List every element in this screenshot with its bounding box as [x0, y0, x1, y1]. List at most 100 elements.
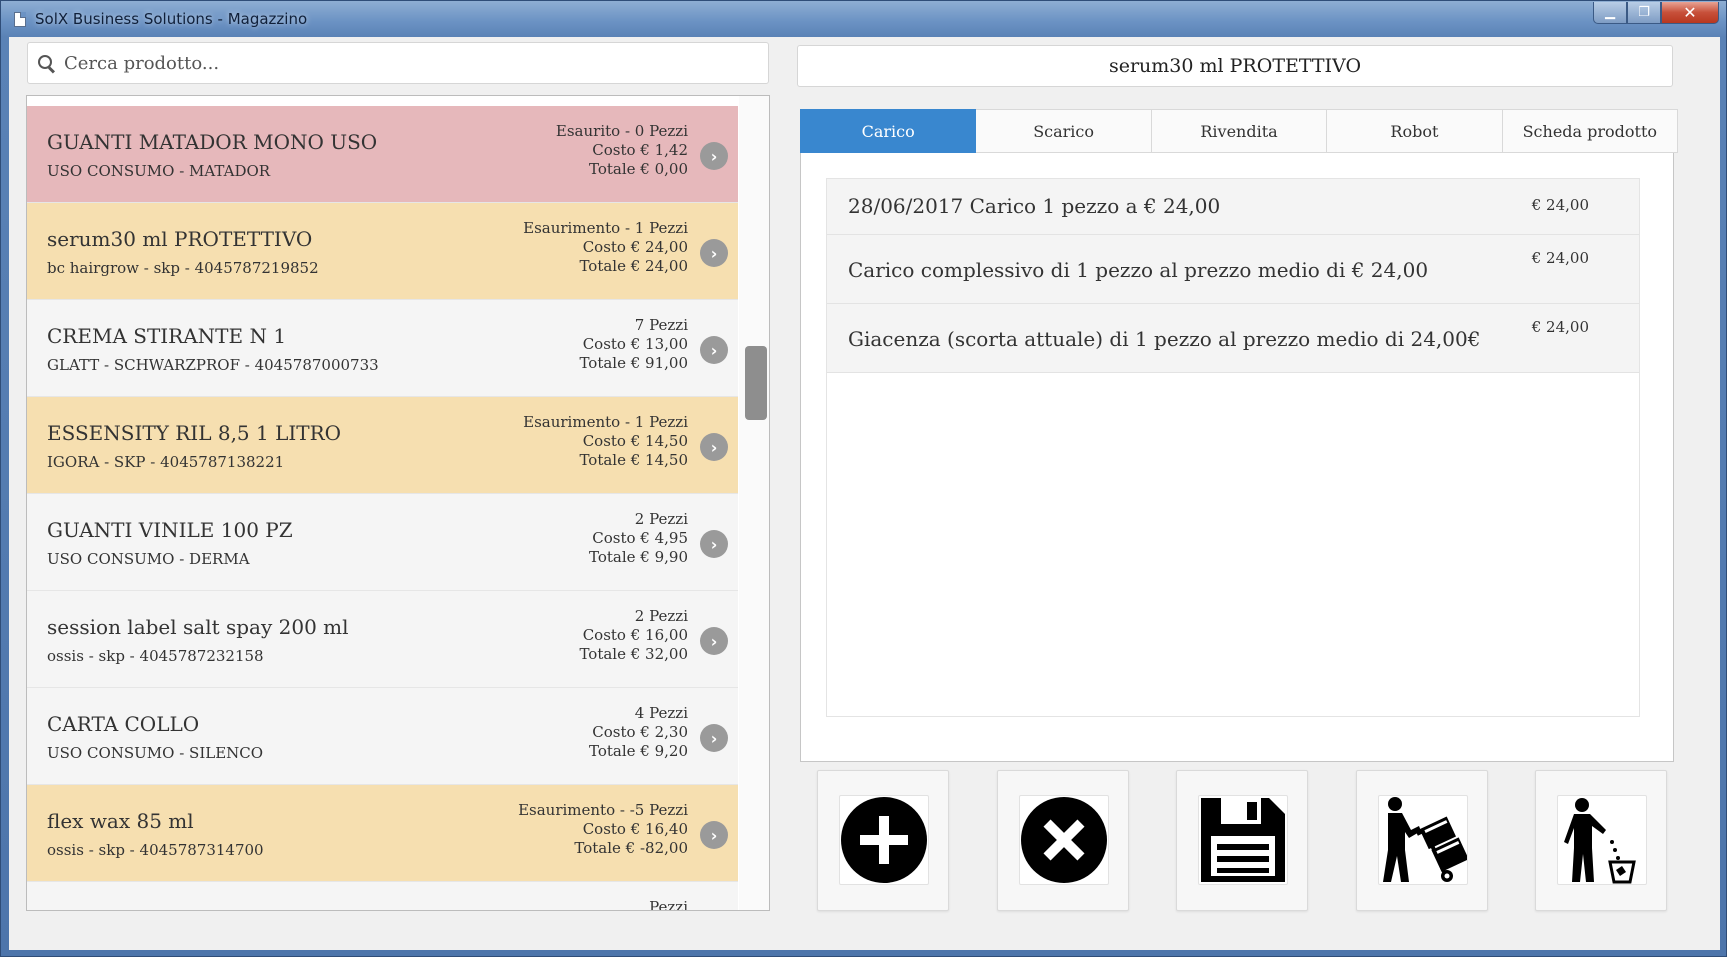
detail-row[interactable]: Carico complessivo di 1 pezzo al prezzo … [827, 235, 1639, 304]
product-subtitle: USO CONSUMO - DERMA [47, 550, 250, 568]
product-stock-info: Esaurimento - -5 Pezzi Costo € 16,40 Total… [518, 801, 688, 858]
product-cost: Costo € 2,30 [592, 723, 688, 741]
detail-text: Carico complessivo di 1 pezzo al prezzo … [848, 258, 1429, 282]
tab-carico[interactable]: Carico [800, 109, 977, 153]
product-list-item[interactable]: CARTA COLLO USO CONSUMO - SILENCO 4 Pezzi C… [27, 688, 738, 785]
product-total: Totale € 9,20 [589, 742, 688, 760]
chevron-right-icon[interactable]: › [700, 142, 728, 170]
delivery-button[interactable] [1355, 770, 1488, 911]
search-input[interactable] [64, 52, 744, 74]
detail-row[interactable]: 28/06/2017 Carico 1 pezzo a € 24,00 € 24… [827, 179, 1639, 235]
x-circle-icon [1018, 795, 1109, 885]
tab-scarico[interactable]: Scarico [976, 109, 1152, 153]
product-list-item[interactable]: GUANTI VINILE 100 PZ USO CONSUMO - DERMA 2… [27, 494, 738, 591]
product-stock-info: 2 Pezzi Costo € 4,95 Totale € 9,90 [589, 510, 688, 567]
chevron-right-icon[interactable]: › [700, 336, 728, 364]
app-window: SolX Business Solutions - Magazzino ▁ ❐ … [0, 0, 1727, 957]
chevron-right-icon[interactable]: › [700, 239, 728, 267]
floppy-disk-icon [1198, 795, 1288, 885]
carico-detail-list: 28/06/2017 Carico 1 pezzo a € 24,00 € 24… [826, 178, 1640, 717]
product-total: Totale € 9,90 [589, 548, 688, 566]
tab-robot[interactable]: Robot [1327, 109, 1503, 153]
product-name: CREMA STIRANTE N 1 [47, 324, 287, 348]
maximize-button[interactable]: ❐ [1627, 2, 1661, 24]
product-stock-status: Esaurimento - 1 Pezzi [523, 219, 688, 237]
title-bar[interactable]: SolX Business Solutions - Magazzino ▁ ❐ … [1, 1, 1726, 37]
chevron-right-icon[interactable]: › [700, 530, 728, 558]
discard-button[interactable] [1535, 770, 1667, 911]
product-name: GUANTI MATADOR MONO USO [47, 130, 378, 154]
product-cost: Costo € 14,50 [582, 432, 688, 450]
scrollbar[interactable] [739, 96, 769, 910]
product-stock-status: Esaurito - 0 Pezzi [555, 122, 688, 140]
product-cost: Costo € 16,40 [582, 820, 688, 838]
product-list-item[interactable]: serum30 ml PROTETTIVO bc hairgrow - skp -… [27, 203, 738, 300]
product-list-item[interactable]: ESSENSITY RIL 8,5 1 LITRO IGORA - SKP - 4… [27, 397, 738, 494]
product-total: Totale € 24,00 [579, 257, 688, 275]
chevron-right-icon[interactable]: › [700, 433, 728, 461]
product-subtitle: ossis - skp - 4045787314700 [47, 841, 264, 859]
product-name: GUANTI VINILE 100 PZ [47, 518, 293, 542]
product-stock-status: 2 Pezzi [634, 607, 688, 625]
cancel-button[interactable] [996, 770, 1129, 911]
product-stock-status: 4 Pezzi [634, 704, 688, 722]
product-subtitle: IGORA - SKP - 4045787138221 [47, 453, 285, 471]
product-total: Totale € 0,00 [589, 160, 688, 178]
tab-rivendita[interactable]: Rivendita [1151, 109, 1328, 153]
product-subtitle: bc hairgrow - skp - 4045787219852 [47, 259, 319, 277]
close-button[interactable]: ✕ [1661, 2, 1719, 24]
detail-row[interactable]: Giacenza (scorta attuale) di 1 pezzo al … [827, 304, 1639, 373]
product-stock-info: 7 Pezzi Costo € 13,00 Totale € 91,00 [579, 316, 688, 373]
plus-circle-icon [839, 795, 929, 885]
product-cost: Costo € 13,00 [582, 335, 688, 353]
chevron-right-icon[interactable]: › [700, 821, 728, 849]
detail-amount: € 24,00 [1531, 318, 1589, 336]
detail-text: 28/06/2017 Carico 1 pezzo a € 24,00 [848, 194, 1221, 218]
product-name: ESSENSITY RIL 8,5 1 LITRO [47, 421, 342, 445]
selected-product-title: serum30 ml PROTETTIVO [797, 45, 1673, 87]
product-subtitle: ossis - skp - 4045787232158 [47, 647, 264, 665]
product-total: Totale € 91,00 [579, 354, 688, 372]
product-stock-status: Esaurimento - 1 Pezzi [523, 413, 688, 431]
search-box[interactable] [27, 42, 769, 84]
chevron-right-icon[interactable]: › [700, 627, 728, 655]
product-stock-status: Esaurimento - -5 Pezzi [518, 801, 688, 819]
product-list-item[interactable]: flex wax 85 ml ossis - skp - 404578731470… [27, 785, 738, 882]
product-name: CARTA COLLO [47, 712, 200, 736]
detail-amount: € 24,00 [1531, 249, 1589, 267]
product-name: flex wax 85 ml [47, 809, 194, 833]
add-button[interactable] [817, 770, 949, 911]
window-controls: ▁ ❐ ✕ [1593, 2, 1719, 24]
search-icon [36, 53, 56, 73]
product-cost: Costo € 16,00 [582, 626, 688, 644]
save-button[interactable] [1176, 770, 1308, 911]
detail-amount: € 24,00 [1531, 196, 1589, 214]
product-total: Totale € -82,00 [574, 839, 688, 857]
product-list: GUANTI MATADOR MONO USO USO CONSUMO - MAT… [26, 95, 770, 911]
product-stock-info: 4 Pezzi Costo € 2,30 Totale € 9,20 [589, 704, 688, 761]
chevron-right-icon[interactable]: › [700, 724, 728, 752]
product-cost: Costo € 4,95 [592, 529, 688, 547]
product-name: serum30 ml PROTETTIVO [47, 227, 313, 251]
product-name: session label salt spay 200 ml [47, 615, 349, 639]
tab-content-carico: 28/06/2017 Carico 1 pezzo a € 24,00 € 24… [800, 153, 1674, 762]
minimize-button[interactable]: ▁ [1593, 2, 1627, 24]
scrollbar-thumb[interactable] [745, 346, 767, 420]
document-icon [14, 11, 26, 27]
product-list-item[interactable]: CREMA STIRANTE N 1 GLATT - SCHWARZPROF - … [27, 300, 738, 397]
product-cost: Costo € 24,00 [582, 238, 688, 256]
product-stock-info: Esaurito - 0 Pezzi Costo € 1,42 Totale € 0… [556, 122, 688, 179]
product-total: Totale € 14,50 [579, 451, 688, 469]
tab-scheda-prodotto[interactable]: Scheda prodotto [1502, 109, 1679, 153]
product-list-item[interactable]: Pezzi› [27, 882, 738, 910]
client-area: GUANTI MATADOR MONO USO USO CONSUMO - MAT… [9, 37, 1720, 950]
product-list-item[interactable]: GUANTI MATADOR MONO USO USO CONSUMO - MAT… [27, 106, 738, 203]
trash-person-icon [1557, 795, 1647, 885]
product-stock-info: Pezzi [649, 898, 688, 910]
product-stock-info: 2 Pezzi Costo € 16,00 Totale € 32,00 [579, 607, 688, 664]
tab-bar: Carico Scarico Rivendita Robot Scheda pr… [800, 109, 1679, 153]
product-subtitle: USO CONSUMO - MATADOR [47, 162, 271, 180]
product-list-item[interactable]: session label salt spay 200 ml ossis - sk… [27, 591, 738, 688]
product-subtitle: GLATT - SCHWARZPROF - 4045787000733 [47, 356, 379, 374]
action-bar [817, 770, 1667, 911]
